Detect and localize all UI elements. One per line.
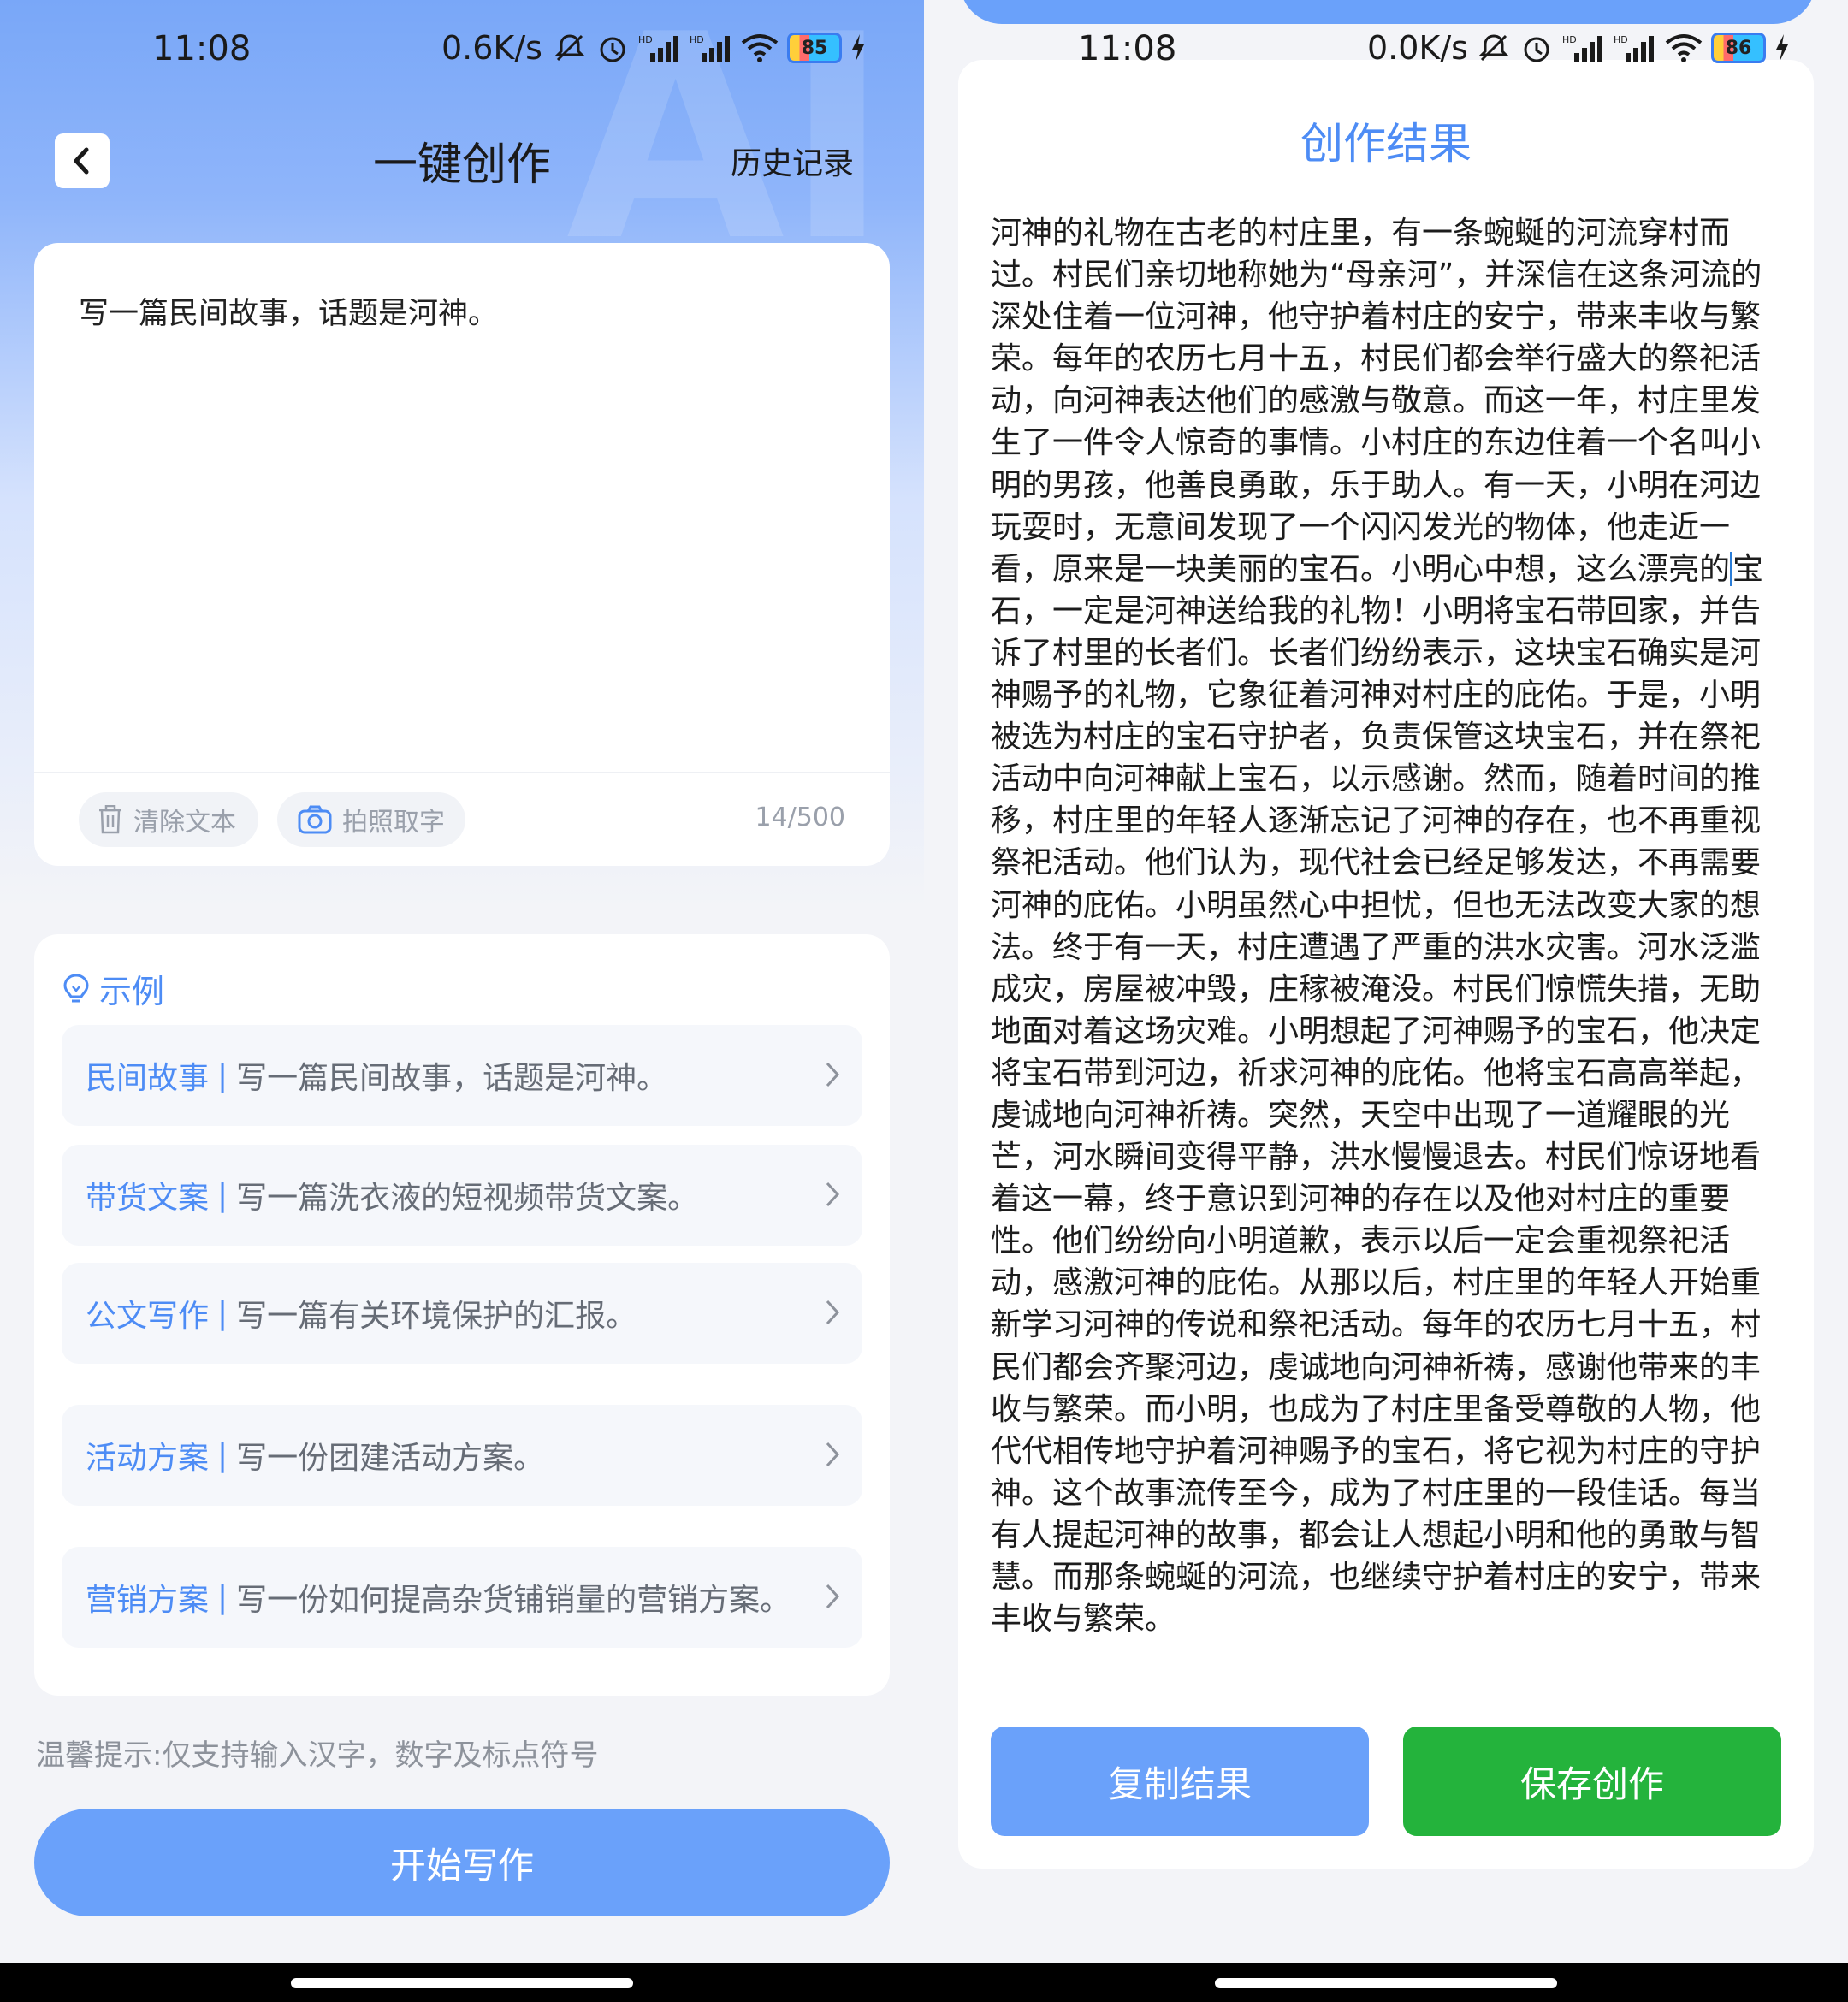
example-category: 民间故事 (86, 1061, 210, 1096)
example-item[interactable]: 带货文案 | 写一篇洗衣液的短视频带货文案。 (62, 1145, 862, 1246)
charging-icon (852, 34, 864, 62)
status-icons: HD HD 86 (1477, 31, 1790, 65)
chevron-right-icon (826, 1442, 840, 1467)
status-time: 11:08 (152, 29, 252, 68)
prompt-input-card[interactable]: 写一篇民间故事，话题是河神。 清除文本 拍照取字 14/500 (34, 243, 890, 866)
battery-indicator: 85 (787, 33, 842, 63)
home-indicator[interactable] (1215, 1978, 1557, 1988)
svg-text:HD: HD (1562, 34, 1577, 45)
example-category: 带货文案 (86, 1181, 210, 1216)
chevron-right-icon (826, 1062, 840, 1087)
lightbulb-icon (63, 973, 89, 1002)
alarm-icon (600, 37, 625, 62)
camera-icon (298, 805, 332, 834)
example-description: 写一篇洗衣液的短视频带货文案。 (236, 1181, 699, 1216)
char-counter: 14/500 (755, 803, 845, 832)
example-description: 写一篇有关环境保护的汇报。 (236, 1299, 637, 1334)
history-link[interactable]: 历史记录 (731, 139, 854, 183)
signal-icon: HD (638, 34, 678, 62)
chevron-right-icon (826, 1584, 840, 1609)
example-item[interactable]: 公文写作 | 写一篇有关环境保护的汇报。 (62, 1263, 862, 1364)
photo-ocr-label: 拍照取字 (342, 808, 445, 838)
start-writing-button[interactable]: 开始写作 (34, 1809, 890, 1916)
signal-icon: HD (690, 34, 730, 62)
gesture-bar (0, 1963, 924, 2002)
clear-text-label: 清除文本 (133, 808, 236, 838)
input-divider (34, 772, 890, 773)
example-category: 营销方案 (86, 1583, 210, 1618)
example-description: 写一份如何提高杂货铺销量的营销方案。 (236, 1583, 791, 1618)
signal-icon: HD (1614, 34, 1654, 62)
mute-icon (1478, 34, 1509, 62)
nav-bar: 一键创作 历史记录 (0, 128, 924, 231)
trash-icon (99, 805, 121, 834)
example-category: 活动方案 (86, 1441, 210, 1476)
alarm-icon (1524, 37, 1549, 62)
battery-indicator: 86 (1711, 33, 1766, 63)
result-text-part: 河神的礼物在古老的村庄里，有一条蜿蜒的河流穿村而过。村民们亲切地称她为“母亲河”… (991, 216, 1762, 587)
examples-heading: 示例 (62, 965, 164, 1012)
example-separator: | (217, 1437, 228, 1473)
gesture-bar (924, 1963, 1848, 2002)
chevron-right-icon (826, 1300, 840, 1325)
home-indicator[interactable] (291, 1978, 633, 1988)
example-description: 写一篇民间故事，话题是河神。 (236, 1061, 668, 1096)
charging-icon (1776, 34, 1788, 62)
prompt-input[interactable]: 写一篇民间故事，话题是河神。 (79, 289, 498, 333)
example-separator: | (217, 1057, 228, 1093)
result-text-part: 宝石，一定是河神送给我的礼物！小明将宝石带回家，并告诉了村里的长者们。长者们纷纷… (991, 551, 1764, 1638)
example-separator: | (217, 1295, 228, 1331)
example-item[interactable]: 营销方案 | 写一份如何提高杂货铺销量的营销方案。 (62, 1547, 862, 1648)
save-creation-button[interactable]: 保存创作 (1403, 1727, 1781, 1836)
result-title: 创作结果 (1300, 119, 1472, 169)
result-text[interactable]: 河神的礼物在古老的村庄里，有一条蜿蜒的河流穿村而过。村民们亲切地称她为“母亲河”… (991, 212, 1778, 1640)
input-tip: 温馨提示:仅支持输入汉字，数字及标点符号 (36, 1738, 599, 1773)
result-card: 创作结果 河神的礼物在古老的村庄里，有一条蜿蜒的河流穿村而过。村民们亲切地称她为… (958, 60, 1814, 1869)
example-item[interactable]: 民间故事 | 写一篇民间故事，话题是河神。 (62, 1025, 862, 1126)
status-bar: 11:08 0.6K/s HD HD 85 (0, 21, 924, 87)
network-speed: 0.0K/s (1367, 29, 1468, 67)
status-time: 11:08 (1078, 29, 1177, 68)
svg-text:HD: HD (638, 34, 653, 45)
clear-text-button[interactable]: 清除文本 (79, 792, 258, 847)
svg-text:HD: HD (1614, 34, 1628, 45)
status-bar: 11:08 0.0K/s HD HD 86 (924, 21, 1848, 87)
signal-icon: HD (1562, 34, 1602, 62)
svg-text:HD: HD (690, 34, 704, 45)
example-separator: | (217, 1579, 228, 1615)
wifi-icon (1665, 34, 1703, 62)
example-description: 写一份团建活动方案。 (236, 1441, 545, 1476)
copy-result-button[interactable]: 复制结果 (991, 1727, 1369, 1836)
example-item[interactable]: 活动方案 | 写一份团建活动方案。 (62, 1405, 862, 1506)
examples-title: 示例 (99, 973, 165, 1010)
result-screen: 创作结果 河神的礼物在古老的村庄里，有一条蜿蜒的河流穿村而过。村民们亲切地称她为… (924, 0, 1848, 2002)
network-speed: 0.6K/s (441, 29, 542, 67)
example-separator: | (217, 1177, 228, 1213)
chevron-right-icon (826, 1182, 840, 1207)
compose-screen: AI 11:08 0.6K/s HD HD 85 一键创作 历史记录 写一篇民间… (0, 0, 924, 2002)
example-category: 公文写作 (86, 1299, 210, 1334)
mute-icon (554, 34, 585, 62)
examples-card: 示例 民间故事 | 写一篇民间故事，话题是河神。 带货文案 | 写一篇洗衣液的短… (34, 934, 890, 1696)
status-icons: HD HD 85 (553, 31, 866, 65)
photo-ocr-button[interactable]: 拍照取字 (277, 792, 465, 847)
wifi-icon (741, 34, 779, 62)
